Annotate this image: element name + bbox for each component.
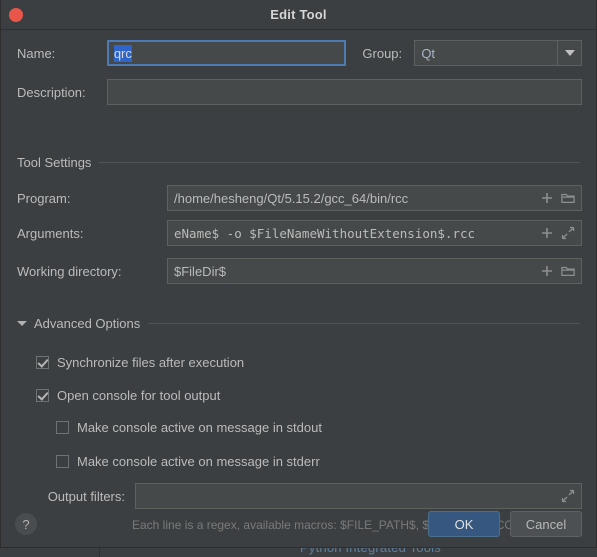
program-label: Program:: [17, 190, 71, 206]
description-input[interactable]: [107, 79, 582, 105]
arguments-input[interactable]: eName$ -o $FileNameWithoutExtension$.rcc: [167, 220, 582, 246]
advanced-options-header[interactable]: Advanced Options: [17, 316, 580, 331]
working-directory-field-icons: [534, 264, 575, 278]
program-input[interactable]: /home/hesheng/Qt/5.15.2/gcc_64/bin/rcc: [167, 185, 582, 211]
working-directory-input[interactable]: $FileDir$: [167, 258, 582, 284]
help-icon[interactable]: ?: [15, 513, 37, 535]
checkbox-console-active-stdout[interactable]: Make console active on message in stdout: [56, 420, 322, 435]
checkbox-label: Synchronize files after execution: [57, 355, 245, 370]
name-row: Name: qrc Group: Qt: [17, 40, 582, 66]
checkbox-label: Open console for tool output: [57, 388, 221, 403]
tool-settings-header: Tool Settings: [17, 155, 580, 170]
expand-icon[interactable]: [561, 226, 575, 240]
edit-tool-dialog: Edit Tool Name: qrc Group: Qt Descriptio…: [0, 0, 597, 548]
working-directory-row: Working directory: $FileDir$: [17, 258, 582, 284]
working-directory-input-value: $FileDir$: [174, 263, 227, 279]
plus-icon[interactable]: [540, 264, 554, 278]
triangle-down-icon[interactable]: [17, 321, 27, 326]
working-directory-label: Working directory:: [17, 263, 122, 279]
checkbox-synchronize-files[interactable]: Synchronize files after execution: [36, 355, 244, 370]
dialog-body: Name: qrc Group: Qt Description: Tool Se…: [1, 30, 596, 547]
plus-icon[interactable]: [540, 226, 554, 240]
name-label: Name:: [17, 45, 56, 61]
program-input-value: /home/hesheng/Qt/5.15.2/gcc_64/bin/rcc: [174, 190, 409, 206]
tool-settings-separator: [99, 162, 580, 163]
dialog-footer: ? OK Cancel: [1, 501, 596, 547]
folder-icon[interactable]: [561, 191, 575, 205]
program-row: Program: /home/hesheng/Qt/5.15.2/gcc_64/…: [17, 185, 582, 211]
folder-icon[interactable]: [561, 264, 575, 278]
group-label: Group:: [362, 45, 403, 61]
arguments-field-icons: [534, 226, 575, 240]
program-field-icons: [534, 191, 575, 205]
arguments-label: Arguments:: [17, 225, 84, 241]
group-combobox-value: Qt: [421, 45, 436, 61]
checkbox-box[interactable]: [36, 356, 49, 369]
arguments-row: Arguments: eName$ -o $FileNameWithoutExt…: [17, 220, 582, 246]
description-label: Description:: [17, 84, 86, 100]
close-icon[interactable]: [9, 8, 23, 22]
tool-settings-title: Tool Settings: [17, 155, 92, 170]
checkbox-box[interactable]: [56, 421, 69, 434]
chevron-down-icon[interactable]: [557, 41, 581, 65]
dialog-titlebar: Edit Tool: [1, 0, 596, 30]
dialog-action-buttons: OK Cancel: [428, 511, 582, 537]
checkbox-box[interactable]: [56, 455, 69, 468]
checkbox-box[interactable]: [36, 389, 49, 402]
description-row: Description:: [17, 79, 582, 105]
checkbox-label: Make console active on message in stdout: [77, 420, 322, 435]
dialog-title: Edit Tool: [270, 7, 327, 22]
plus-icon[interactable]: [540, 191, 554, 205]
arguments-input-value: eName$ -o $FileNameWithoutExtension$.rcc: [174, 225, 476, 241]
checkbox-console-active-stderr[interactable]: Make console active on message in stderr: [56, 454, 320, 469]
name-input-value: qrc: [113, 44, 132, 62]
advanced-options-separator: [148, 323, 580, 324]
group-combobox[interactable]: Qt: [414, 40, 582, 66]
ok-button[interactable]: OK: [428, 511, 500, 537]
cancel-button[interactable]: Cancel: [510, 511, 582, 537]
name-input[interactable]: qrc: [106, 40, 347, 66]
checkbox-label: Make console active on message in stderr: [77, 454, 320, 469]
advanced-options-title: Advanced Options: [34, 316, 141, 331]
checkbox-open-console[interactable]: Open console for tool output: [36, 388, 220, 403]
